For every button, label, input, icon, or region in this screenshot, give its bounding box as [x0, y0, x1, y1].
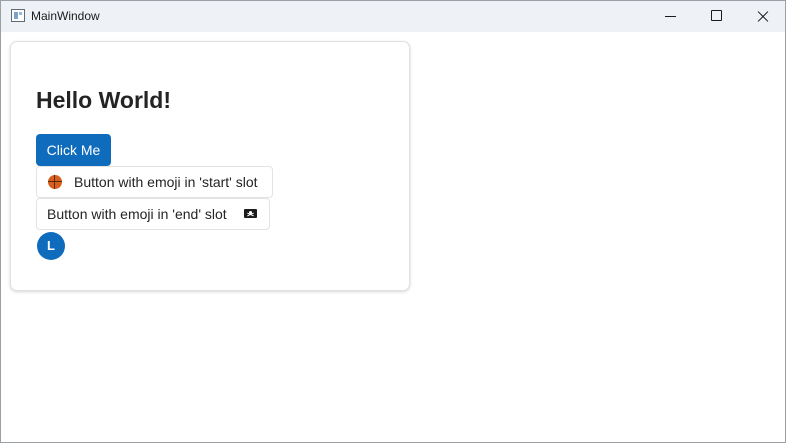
app-window-icon — [11, 9, 25, 22]
window-title: MainWindow — [31, 9, 100, 23]
click-me-button[interactable]: Click Me — [36, 134, 111, 166]
close-icon — [756, 10, 769, 23]
avatar: L — [37, 232, 65, 260]
basketball-icon — [48, 175, 62, 189]
content-card: Hello World! Click Me Button with emoji … — [10, 41, 410, 291]
main-window: MainWindow Hello World! Click Me Button … — [0, 0, 786, 443]
end-slot-emoji-button[interactable]: Button with emoji in 'end' slot — [36, 198, 270, 230]
minimize-icon — [665, 16, 676, 17]
start-slot-button-label: Button with emoji in 'start' slot — [74, 174, 258, 190]
minimize-button[interactable] — [648, 1, 694, 32]
page-title: Hello World! — [36, 87, 172, 113]
pirate-flag-icon — [244, 209, 257, 218]
maximize-button[interactable] — [694, 1, 740, 32]
title-bar[interactable]: MainWindow — [1, 1, 785, 32]
maximize-icon — [711, 10, 722, 21]
end-slot-button-label: Button with emoji in 'end' slot — [47, 206, 227, 222]
close-button[interactable] — [740, 1, 786, 32]
start-slot-emoji-button[interactable]: Button with emoji in 'start' slot — [36, 166, 273, 198]
